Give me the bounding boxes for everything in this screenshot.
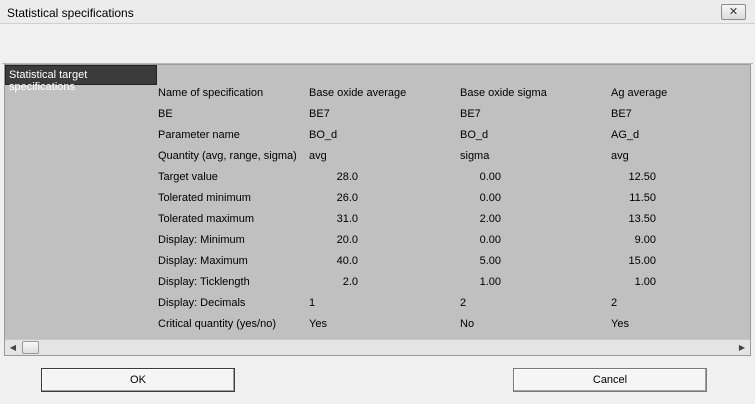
spec-row: Quantity (avg, range, sigma) avg sigma avg [5, 150, 750, 171]
scroll-thumb[interactable] [22, 341, 39, 354]
spec-value-cell[interactable]: avg [611, 150, 629, 162]
spec-row: Parameter name BO_d BO_d AG_d [5, 129, 750, 150]
spec-value-cell[interactable]: 20.0 [283, 234, 358, 246]
spec-value-cell[interactable]: 31.0 [283, 213, 358, 225]
spec-value-cell[interactable]: 0.00 [426, 171, 501, 183]
cancel-button[interactable]: Cancel [513, 368, 707, 392]
close-icon: ✕ [728, 5, 739, 18]
spec-value-cell[interactable]: 11.50 [581, 192, 656, 204]
spec-row-label: Parameter name [158, 129, 240, 141]
spec-value-cell[interactable]: BO_d [460, 129, 488, 141]
spec-row: Display: Decimals 1 2 2 [5, 297, 750, 318]
scroll-left-arrow-icon[interactable]: ◀ [5, 340, 21, 356]
spec-value-cell[interactable]: BE7 [611, 108, 632, 120]
spec-row: Name of specification Base oxide average B… [5, 87, 750, 108]
spec-value-cell[interactable]: BE7 [460, 108, 481, 120]
spec-value-cell[interactable]: Ag average [611, 87, 667, 99]
spec-value-cell[interactable]: 2.00 [426, 213, 501, 225]
spec-value-cell[interactable]: 13.50 [581, 213, 656, 225]
spec-value-cell[interactable]: Base oxide sigma [460, 87, 547, 99]
spec-row-label: Display: Maximum [158, 255, 248, 267]
spec-row: BE BE7 BE7 BE7 [5, 108, 750, 129]
dialog-footer: OK Cancel [0, 356, 755, 404]
spec-row-label: Name of specification [158, 87, 264, 99]
spec-value-cell[interactable]: 15.00 [581, 255, 656, 267]
window-title: Statistical specifications [7, 6, 134, 20]
spec-value-cell[interactable]: 12.50 [581, 171, 656, 183]
spec-row-label: Target value [158, 171, 218, 183]
spec-value-cell[interactable]: No [460, 318, 474, 330]
title-bar: Statistical specifications ✕ [0, 0, 755, 24]
spec-row: Tolerated maximum 31.0 2.00 13.50 [5, 213, 750, 234]
top-empty-area [2, 24, 753, 64]
spec-row: Target value 28.0 0.00 12.50 [5, 171, 750, 192]
spec-value-cell[interactable]: 1.00 [581, 276, 656, 288]
spec-row: Display: Maximum 40.0 5.00 15.00 [5, 255, 750, 276]
spec-value-cell[interactable]: 2 [460, 297, 466, 309]
spec-row-label: Tolerated minimum [158, 192, 251, 204]
spec-value-cell[interactable]: Yes [611, 318, 629, 330]
spec-row-label: Display: Decimals [158, 297, 246, 309]
spec-value-cell[interactable]: 2 [611, 297, 617, 309]
spec-value-cell[interactable]: 5.00 [426, 255, 501, 267]
spec-value-cell[interactable]: 28.0 [283, 171, 358, 183]
spec-row-label: Tolerated maximum [158, 213, 254, 225]
spec-value-cell[interactable]: 0.00 [426, 192, 501, 204]
spec-value-cell[interactable]: Yes [309, 318, 327, 330]
spec-value-cell[interactable]: 2.0 [283, 276, 358, 288]
spec-row-label: Display: Ticklength [158, 276, 250, 288]
close-button[interactable]: ✕ [721, 4, 746, 20]
spec-row: Display: Ticklength 2.0 1.00 1.00 [5, 276, 750, 297]
spec-row-label: BE [158, 108, 173, 120]
panel-header: Statistical target specifications [5, 65, 157, 93]
spec-row-label: Critical quantity (yes/no) [158, 318, 276, 330]
spec-row-label: Display: Minimum [158, 234, 245, 246]
scroll-right-arrow-icon[interactable]: ▶ [734, 340, 750, 356]
spec-value-cell[interactable]: BO_d [309, 129, 337, 141]
horizontal-scrollbar[interactable]: ◀ ▶ [5, 339, 750, 355]
spec-row: Tolerated minimum 26.0 0.00 11.50 [5, 192, 750, 213]
spec-row: Display: Minimum 20.0 0.00 9.00 [5, 234, 750, 255]
spec-value-cell[interactable]: 9.00 [581, 234, 656, 246]
spec-value-cell[interactable]: BE7 [309, 108, 330, 120]
spec-value-cell[interactable]: 0.00 [426, 234, 501, 246]
spec-value-cell[interactable]: avg [309, 150, 327, 162]
ok-button[interactable]: OK [41, 368, 235, 392]
spec-value-cell[interactable]: 1 [309, 297, 315, 309]
spec-row-label: Quantity (avg, range, sigma) [158, 150, 297, 162]
specifications-panel: Statistical target specifications Name o… [4, 64, 751, 356]
spec-value-cell[interactable]: AG_d [611, 129, 639, 141]
spec-value-cell[interactable]: Base oxide average [309, 87, 406, 99]
spec-value-cell[interactable]: sigma [460, 150, 489, 162]
spec-value-cell[interactable]: 40.0 [283, 255, 358, 267]
spec-value-cell[interactable]: 1.00 [426, 276, 501, 288]
spec-row: Critical quantity (yes/no) Yes No Yes [5, 318, 750, 339]
spec-value-cell[interactable]: 26.0 [283, 192, 358, 204]
